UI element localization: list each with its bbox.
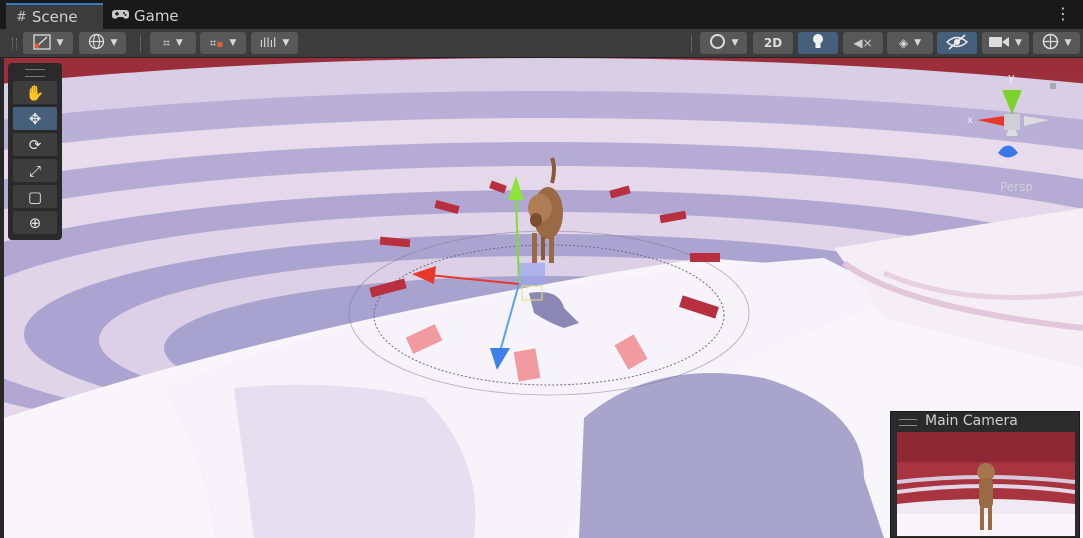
scene-toolbar: ▼ ▼ ⌗ ▼ ⌗▪ ▼ ıllıl ▼ ▼ 2D ◀× ◈ ▼ ▼ ▼ [0, 29, 1083, 58]
video-camera-icon [989, 35, 1010, 51]
chevron-down-icon: ▼ [282, 38, 290, 48]
global-local-dropdown[interactable]: ▼ [79, 32, 126, 54]
chevron-down-icon: ▼ [1064, 38, 1072, 48]
rotate-tool-button[interactable]: ⟳ [13, 133, 57, 156]
gamepad-icon [112, 9, 129, 24]
lighting-toggle-button[interactable] [798, 32, 838, 54]
camera-preview-panel: Main Camera [890, 411, 1080, 538]
shaded-sphere-icon [709, 33, 726, 53]
transform-icon: ⊕ [28, 213, 42, 232]
speaker-muted-icon: ◀× [853, 36, 873, 50]
2d-toggle-button[interactable]: 2D [753, 32, 793, 54]
projection-label[interactable]: Persp [1000, 180, 1033, 194]
window-tab-bar: # Scene Game ⋮ [0, 0, 1083, 29]
gizmos-dropdown[interactable]: ▼ [1033, 32, 1080, 54]
draw-mode-dropdown[interactable]: ▼ [23, 32, 73, 54]
grid-icon: ⌗ [163, 35, 170, 50]
snap-magnet-icon: ⌗▪ [209, 35, 224, 50]
camera-settings-dropdown[interactable]: ▼ [982, 32, 1029, 54]
eye-hidden-icon [945, 33, 969, 53]
toolbar-separator [140, 35, 141, 52]
globe-icon [88, 33, 105, 53]
layers-icon: ◈ [898, 36, 909, 50]
gizmo-x-label: x [967, 115, 973, 126]
panel-grip-icon[interactable] [899, 419, 917, 426]
scale-icon: ⤢ [28, 161, 41, 180]
gizmo-sphere-icon [1042, 33, 1059, 53]
shading-mode-icon [32, 33, 51, 53]
palette-grip-icon[interactable] [25, 69, 45, 77]
scale-tool-button[interactable]: ⤢ [13, 159, 57, 182]
chevron-down-icon: ▼ [175, 38, 183, 48]
tab-game-label: Game [134, 7, 179, 25]
gizmo-y-label: y [1008, 71, 1015, 84]
transform-tool-button[interactable]: ⊕ [13, 211, 57, 234]
audio-toggle-button[interactable]: ◀× [843, 32, 883, 54]
rotate-icon: ⟳ [28, 135, 42, 154]
render-mode-dropdown[interactable]: ▼ [700, 32, 747, 54]
ruler-snapping-dropdown[interactable]: ıllıl ▼ [251, 32, 298, 54]
lightbulb-icon [812, 33, 824, 53]
camera-preview-view [897, 432, 1075, 536]
tab-scene-label: Scene [31, 8, 78, 26]
tool-palette: ✋ ✥ ⟳ ⤢ ▢ ⊕ [8, 63, 62, 240]
camera-preview-title: Main Camera [925, 413, 1018, 429]
rect-tool-button[interactable]: ▢ [13, 185, 57, 208]
chevron-down-icon: ▼ [914, 38, 922, 48]
effects-dropdown[interactable]: ◈ ▼ [887, 32, 933, 54]
chevron-down-icon: ▼ [731, 38, 739, 48]
increment-snapping-dropdown[interactable]: ⌗▪ ▼ [200, 32, 246, 54]
hand-icon: ✋ [25, 83, 45, 102]
tab-game[interactable]: Game [112, 3, 202, 29]
rect-icon: ▢ [27, 187, 43, 206]
toolbar-separator [691, 35, 692, 52]
scene-visibility-toggle[interactable] [937, 32, 977, 54]
hash-icon: # [16, 9, 27, 25]
chevron-down-icon: ▼ [110, 38, 118, 48]
chevron-down-icon: ▼ [56, 38, 64, 48]
move-tool-button[interactable]: ✥ [13, 107, 57, 130]
ruler-icon: ıllıl [259, 36, 277, 50]
chevron-down-icon: ▼ [1015, 38, 1022, 48]
grid-snapping-dropdown[interactable]: ⌗ ▼ [150, 32, 196, 54]
hand-tool-button[interactable]: ✋ [13, 81, 57, 104]
more-options-icon[interactable]: ⋮ [1055, 6, 1071, 22]
tab-scene[interactable]: # Scene [6, 3, 103, 29]
chevron-down-icon: ▼ [229, 38, 237, 48]
toolbar-grip-icon [12, 38, 17, 50]
move-icon: ✥ [28, 109, 42, 128]
